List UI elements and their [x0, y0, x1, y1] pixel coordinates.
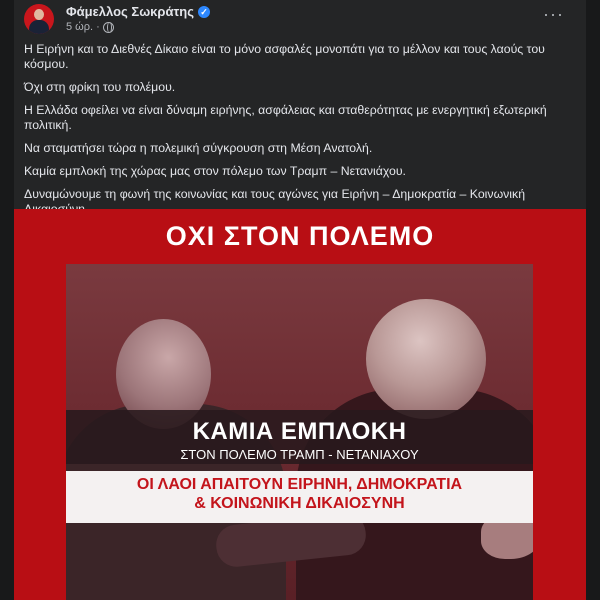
avatar-body	[29, 20, 49, 34]
public-globe-icon[interactable]	[102, 21, 114, 33]
post-paragraph: Καμία εμπλοκή της χώρας μας στον πόλεμο …	[24, 164, 406, 178]
poster-slogan: ΟΙ ΛΑΟΙ ΑΠΑΙΤΟΥΝ ΕΙΡΗΝΗ, ΔΗΜΟΚΡΑΤΙΑ & ΚΟ…	[66, 475, 533, 513]
photo-head-right	[366, 299, 486, 419]
post-timestamp[interactable]: 5 ώρ.	[66, 21, 93, 33]
post-image[interactable]: ΟΧΙ ΣΤΟΝ ΠΟΛΕΜΟ ΚΑΜΙΑ ΕΜΠΛΟΚΗ ΣΤΟΝ ΠΟΛΕΜ…	[14, 209, 586, 600]
post-paragraph: Να σταματήσει τώρα η πολεμική σύγκρουση …	[24, 141, 373, 155]
post-text: Η Ειρήνη και το Διεθνές Δίκαιο είναι το …	[24, 42, 576, 225]
post-meta: 5 ώρ. ·	[66, 21, 114, 33]
post-header: Φάμελλος Σωκράτης ✓ 5 ώρ. · ···	[14, 0, 586, 40]
more-options-button[interactable]: ···	[543, 4, 564, 24]
avatar-head	[34, 9, 44, 20]
poster-slogan-line1: ΟΙ ΛΑΟΙ ΑΠΑΙΤΟΥΝ ΕΙΡΗΝΗ, ΔΗΜΟΚΡΑΤΙΑ	[136, 476, 463, 493]
facebook-post: Φάμελλος Σωκράτης ✓ 5 ώρ. · ··· Η Ειρήνη…	[14, 0, 586, 600]
author-name-link[interactable]: Φάμελλος Σωκράτης ✓	[66, 4, 210, 19]
poster-headline: ΟΧΙ ΣΤΟΝ ΠΟΛΕΜΟ	[165, 221, 435, 251]
meta-separator: ·	[96, 21, 100, 33]
verified-badge-icon: ✓	[197, 5, 210, 18]
poster-slogan-line2: & ΚΟΙΝΩΝΙΚΗ ΔΙΚΑΙΟΣΥΝΗ	[194, 495, 405, 512]
post-paragraph: Η Ειρήνη και το Διεθνές Δίκαιο είναι το …	[24, 42, 545, 71]
poster-band-title: ΚΑΜΙΑ ΕΜΠΛΟΚΗ	[192, 418, 407, 445]
post-paragraph: Η Ελλάδα οφείλει να είναι δύναμη ειρήνης…	[24, 103, 547, 132]
author-name: Φάμελλος Σωκράτης	[66, 4, 194, 19]
author-avatar[interactable]	[24, 4, 54, 34]
post-paragraph: Όχι στη φρίκη του πολέμου.	[24, 80, 176, 94]
poster-photo: ΚΑΜΙΑ ΕΜΠΛΟΚΗ ΣΤΟΝ ΠΟΛΕΜΟ ΤΡΑΜΠ - ΝΕΤΑΝΙ…	[66, 264, 533, 600]
poster-band-subtitle: ΣΤΟΝ ΠΟΛΕΜΟ ΤΡΑΜΠ - ΝΕΤΑΝΙΑΧΟΥ	[180, 447, 419, 462]
